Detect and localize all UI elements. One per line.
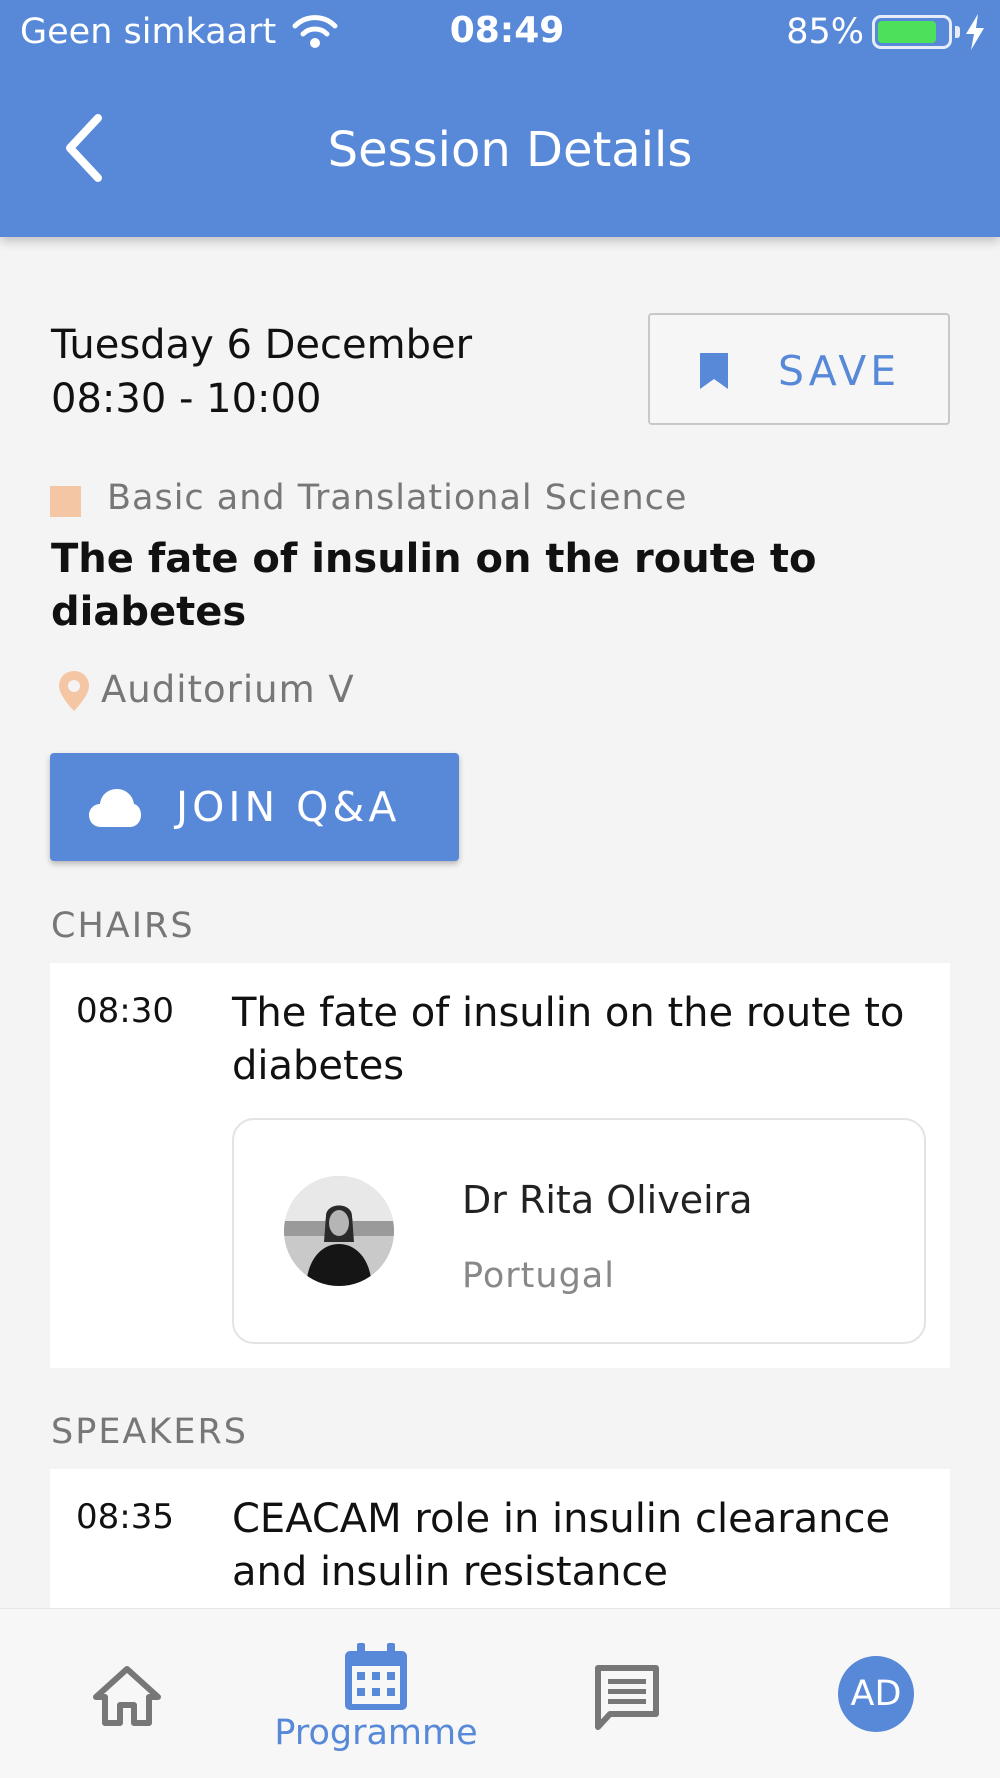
session-date: Tuesday 6 December — [51, 322, 473, 368]
session-datetime: Tuesday 6 December 08:30 - 10:00 — [51, 318, 472, 426]
bookmark-icon — [700, 353, 728, 389]
join-qa-label: JOIN Q&A — [176, 783, 401, 831]
session-track: Basic and Translational Science — [107, 478, 688, 518]
session-time-range: 08:30 - 10:00 — [51, 376, 322, 422]
page-title: Session Details — [327, 122, 693, 178]
chair-talk-title: The fate of insulin on the route to diab… — [232, 990, 905, 1089]
tab-home[interactable] — [60, 1609, 194, 1778]
tab-programme-label: Programme — [274, 1713, 478, 1753]
calendar-icon — [345, 1643, 407, 1710]
battery-nub — [955, 26, 960, 38]
tab-programme[interactable]: Programme — [252, 1609, 500, 1778]
speakers-heading: SPEAKERS — [51, 1412, 248, 1452]
charging-bolt-icon — [966, 14, 984, 50]
app-header: Geen simkaart 08:49 85% Session Details — [0, 0, 1000, 237]
status-bar: Geen simkaart 08:49 85% — [0, 0, 1000, 64]
profile-avatar[interactable]: AD — [838, 1656, 914, 1732]
battery-icon — [872, 15, 952, 49]
tab-messages[interactable] — [560, 1609, 690, 1778]
battery-percent: 85% — [786, 12, 864, 52]
location-pin-icon — [59, 671, 89, 711]
home-icon — [93, 1666, 161, 1726]
track-color-swatch — [50, 486, 81, 517]
avatar — [284, 1176, 394, 1286]
battery-level — [878, 21, 936, 43]
cloud-icon — [89, 789, 141, 827]
speaker-talk-title: CEACAM role in insulin clearance and ins… — [232, 1496, 891, 1595]
session-room: Auditorium V — [101, 668, 355, 711]
chair-item[interactable]: 08:30 The fate of insulin on the route t… — [50, 963, 950, 1368]
person-name: Dr Rita Oliveira — [462, 1178, 753, 1222]
person-country: Portugal — [462, 1256, 615, 1296]
chat-icon — [595, 1665, 659, 1730]
save-button[interactable]: SAVE — [648, 313, 950, 425]
session-title: The fate of insulin on the route to diab… — [51, 536, 817, 635]
chairs-heading: CHAIRS — [51, 906, 195, 946]
speaker-time: 08:35 — [76, 1497, 174, 1537]
join-qa-button[interactable]: JOIN Q&A — [50, 753, 459, 861]
save-label: SAVE — [778, 347, 901, 395]
chair-time: 08:30 — [76, 991, 174, 1031]
bottom-tab-bar: Programme AD — [0, 1608, 1000, 1778]
person-card[interactable]: Dr Rita Oliveira Portugal — [232, 1118, 926, 1344]
